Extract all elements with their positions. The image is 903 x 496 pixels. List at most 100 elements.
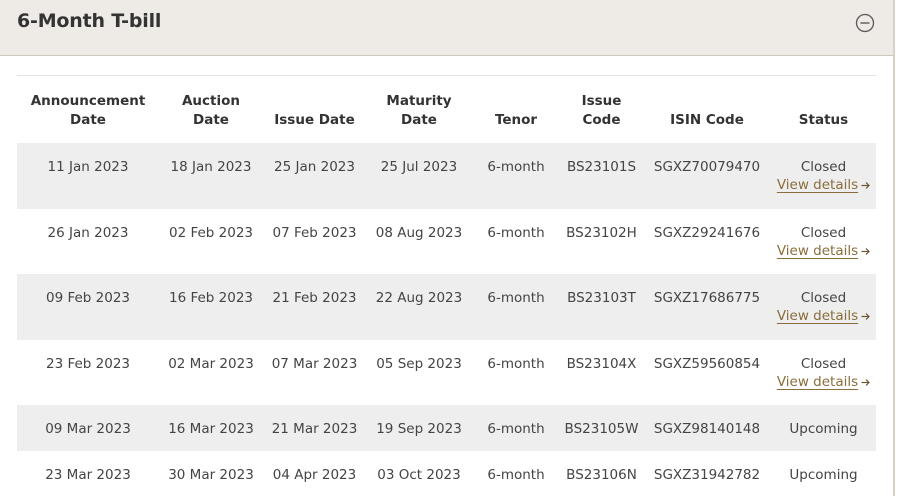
status-text: Closed: [800, 356, 847, 372]
cell-auction-date: 18 Jan 2023: [170, 159, 252, 175]
cell-auction-date: 16 Mar 2023: [168, 421, 254, 437]
cell-announcement-date: 09 Feb 2023: [45, 290, 131, 306]
cell-issue-date: 21 Mar 2023: [271, 421, 358, 437]
cell-maturity-date: 03 Oct 2023: [377, 467, 461, 483]
collapse-button[interactable]: [855, 13, 875, 33]
auction-table: Announcement Date Auction Date Issue Date Mat…: [17, 75, 876, 496]
view-details-link[interactable]: View details: [776, 243, 871, 259]
cell-isin-code: SGXZ98140148: [653, 421, 761, 437]
cell-status: Upcoming: [771, 405, 876, 451]
cell-maturity-date: 08 Aug 2023: [375, 225, 463, 241]
column-header-text: Code: [582, 112, 621, 128]
cell-status: Closed View details: [771, 143, 876, 209]
view-details-label: View details: [776, 374, 859, 390]
arrow-right-icon: [861, 247, 871, 256]
arrow-right-icon: [861, 181, 871, 190]
table-header: Announcement Date Auction Date Issue Date Mat…: [17, 76, 876, 143]
cell-announcement-date: 09 Mar 2023: [45, 421, 131, 437]
column-header-maturity-date: Maturity Date: [366, 92, 472, 130]
cell-issue-code: BS23105W: [564, 421, 639, 437]
view-details-link[interactable]: View details: [776, 177, 871, 193]
view-details-label: View details: [776, 177, 859, 193]
t-bill-panel: 6-Month T-bill Announcement Date Auction Da…: [0, 0, 895, 496]
cell-issue-date: 25 Jan 2023: [274, 159, 355, 175]
column-header-auction-date: Auction Date: [159, 92, 263, 130]
column-header-announcement-date: Announcement Date: [17, 92, 159, 130]
cell-issue-code: BS23104X: [566, 356, 637, 372]
cell-status: Closed View details: [771, 340, 876, 405]
cell-maturity-date: 22 Aug 2023: [375, 290, 463, 306]
view-details-label: View details: [776, 308, 859, 324]
column-header-status: Status: [771, 111, 876, 130]
cell-status: Upcoming: [771, 451, 876, 496]
cell-issue-code: BS23101S: [566, 159, 637, 175]
cell-status: Closed View details: [771, 274, 876, 340]
cell-isin-code: SGXZ59560854: [653, 356, 761, 372]
cell-issue-code: BS23106N: [566, 467, 637, 483]
cell-isin-code: SGXZ31942782: [653, 467, 761, 483]
table-row: 23 Mar 2023 30 Mar 2023 04 Apr 2023 03 Oct …: [17, 451, 876, 496]
cell-tenor: 6-month: [487, 159, 545, 175]
column-header-text: Date: [193, 112, 229, 128]
cell-isin-code: SGXZ29241676: [653, 225, 761, 241]
cell-tenor: 6-month: [487, 356, 545, 372]
cell-issue-date: 07 Feb 2023: [272, 225, 357, 241]
table-row: 09 Feb 2023 16 Feb 2023 21 Feb 2023 22 Aug …: [17, 274, 876, 340]
minus-circle-icon: [855, 13, 875, 33]
cell-tenor: 6-month: [487, 225, 545, 241]
cell-issue-date: 21 Feb 2023: [272, 290, 357, 306]
cell-auction-date: 16 Feb 2023: [168, 290, 254, 306]
table-row: 26 Jan 2023 02 Feb 2023 07 Feb 2023 08 Aug …: [17, 209, 876, 274]
table-body: 11 Jan 2023 18 Jan 2023 25 Jan 2023 25 Jul …: [17, 143, 876, 496]
cell-maturity-date: 19 Sep 2023: [376, 421, 462, 437]
column-header-text: Auction: [181, 93, 241, 109]
cell-isin-code: SGXZ70079470: [653, 159, 761, 175]
cell-auction-date: 02 Feb 2023: [168, 225, 254, 241]
column-header-text: Maturity: [386, 93, 452, 109]
column-header-text: Issue Date: [274, 112, 355, 128]
cell-announcement-date: 23 Feb 2023: [45, 356, 131, 372]
cell-announcement-date: 11 Jan 2023: [47, 159, 129, 175]
column-header-tenor: Tenor: [472, 111, 560, 130]
cell-announcement-date: 26 Jan 2023: [47, 225, 129, 241]
cell-tenor: 6-month: [487, 467, 545, 483]
status-text: Closed: [800, 225, 847, 241]
status-text: Closed: [800, 159, 847, 175]
arrow-right-icon: [861, 312, 871, 321]
cell-status: Closed View details: [771, 209, 876, 274]
panel-header[interactable]: 6-Month T-bill: [0, 0, 893, 56]
cell-tenor: 6-month: [487, 290, 545, 306]
cell-issue-date: 04 Apr 2023: [272, 467, 357, 483]
status-text: Closed: [800, 290, 847, 306]
status-text: Upcoming: [789, 421, 858, 437]
cell-maturity-date: 25 Jul 2023: [380, 159, 458, 175]
column-header-text: Date: [70, 112, 106, 128]
column-header-isin-code: ISIN Code: [643, 111, 771, 130]
cell-auction-date: 02 Mar 2023: [168, 356, 254, 372]
cell-maturity-date: 05 Sep 2023: [376, 356, 462, 372]
column-header-text: ISIN Code: [670, 112, 744, 128]
cell-isin-code: SGXZ17686775: [653, 290, 761, 306]
column-header-text: Status: [798, 112, 849, 128]
cell-auction-date: 30 Mar 2023: [168, 467, 254, 483]
view-details-link[interactable]: View details: [776, 374, 871, 390]
cell-announcement-date: 23 Mar 2023: [45, 467, 131, 483]
arrow-right-icon: [861, 378, 871, 387]
column-header-text: Date: [401, 112, 437, 128]
cell-issue-code: BS23102H: [566, 225, 637, 241]
column-header-issue-date: Issue Date: [263, 111, 366, 130]
view-details-link[interactable]: View details: [776, 308, 871, 324]
column-header-text: Announcement: [30, 93, 146, 109]
cell-tenor: 6-month: [487, 421, 545, 437]
column-header-issue-code: Issue Code: [560, 92, 643, 130]
cell-issue-date: 07 Mar 2023: [271, 356, 358, 372]
panel-title: 6-Month T-bill: [17, 10, 162, 32]
column-header-text: Issue: [581, 93, 622, 109]
table-row: 23 Feb 2023 02 Mar 2023 07 Mar 2023 05 Sep …: [17, 340, 876, 405]
table-row: 11 Jan 2023 18 Jan 2023 25 Jan 2023 25 Jul …: [17, 143, 876, 209]
view-details-label: View details: [776, 243, 859, 259]
cell-issue-code: BS23103T: [567, 290, 636, 306]
table-row: 09 Mar 2023 16 Mar 2023 21 Mar 2023 19 Sep …: [17, 405, 876, 451]
status-text: Upcoming: [789, 467, 858, 483]
column-header-text: Tenor: [494, 112, 538, 128]
